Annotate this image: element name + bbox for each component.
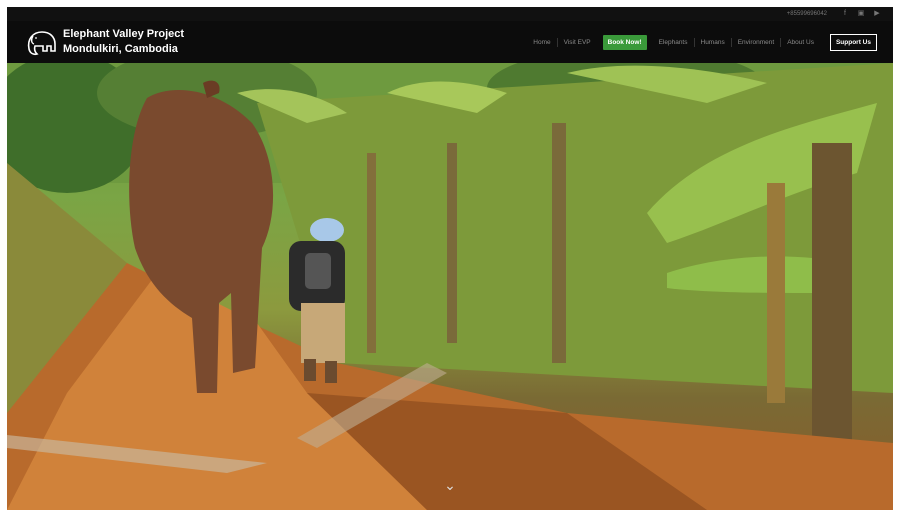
support-us-button[interactable]: Support Us xyxy=(829,33,877,51)
hero-image: ⌄ xyxy=(7,63,893,510)
utility-bar: +85599696042 f ▣ ▶ xyxy=(7,7,893,21)
logo-subtitle: Mondulkiri, Cambodia xyxy=(63,43,178,55)
facebook-icon[interactable]: f xyxy=(841,10,849,18)
nav-home[interactable]: Home xyxy=(527,37,558,47)
book-now-button[interactable]: Book Now! xyxy=(602,34,647,50)
nav-humans[interactable]: Humans xyxy=(695,37,732,47)
site-header: Elephant Valley Project Mondulkiri, Camb… xyxy=(7,21,893,63)
phone-number[interactable]: +85599696042 xyxy=(787,11,827,17)
logo-title: Elephant Valley Project xyxy=(63,28,185,40)
chevron-down-icon[interactable]: ⌄ xyxy=(441,478,459,492)
site-logo[interactable]: Elephant Valley Project Mondulkiri, Camb… xyxy=(23,21,184,63)
nav-environment[interactable]: Environment xyxy=(732,37,782,47)
nav-elephants[interactable]: Elephants xyxy=(653,37,695,47)
elephant-icon xyxy=(27,31,56,56)
nav-visit-evp[interactable]: Visit EVP xyxy=(558,38,597,47)
hero-scene xyxy=(7,63,893,510)
page-frame: +85599696042 f ▣ ▶ Elephant Valley Proje… xyxy=(7,7,893,510)
instagram-icon[interactable]: ▣ xyxy=(857,10,865,18)
nav-about-us[interactable]: About Us xyxy=(781,38,820,47)
main-nav: Home Visit EVP Book Now! Elephants Human… xyxy=(527,21,877,63)
youtube-icon[interactable]: ▶ xyxy=(873,10,881,18)
